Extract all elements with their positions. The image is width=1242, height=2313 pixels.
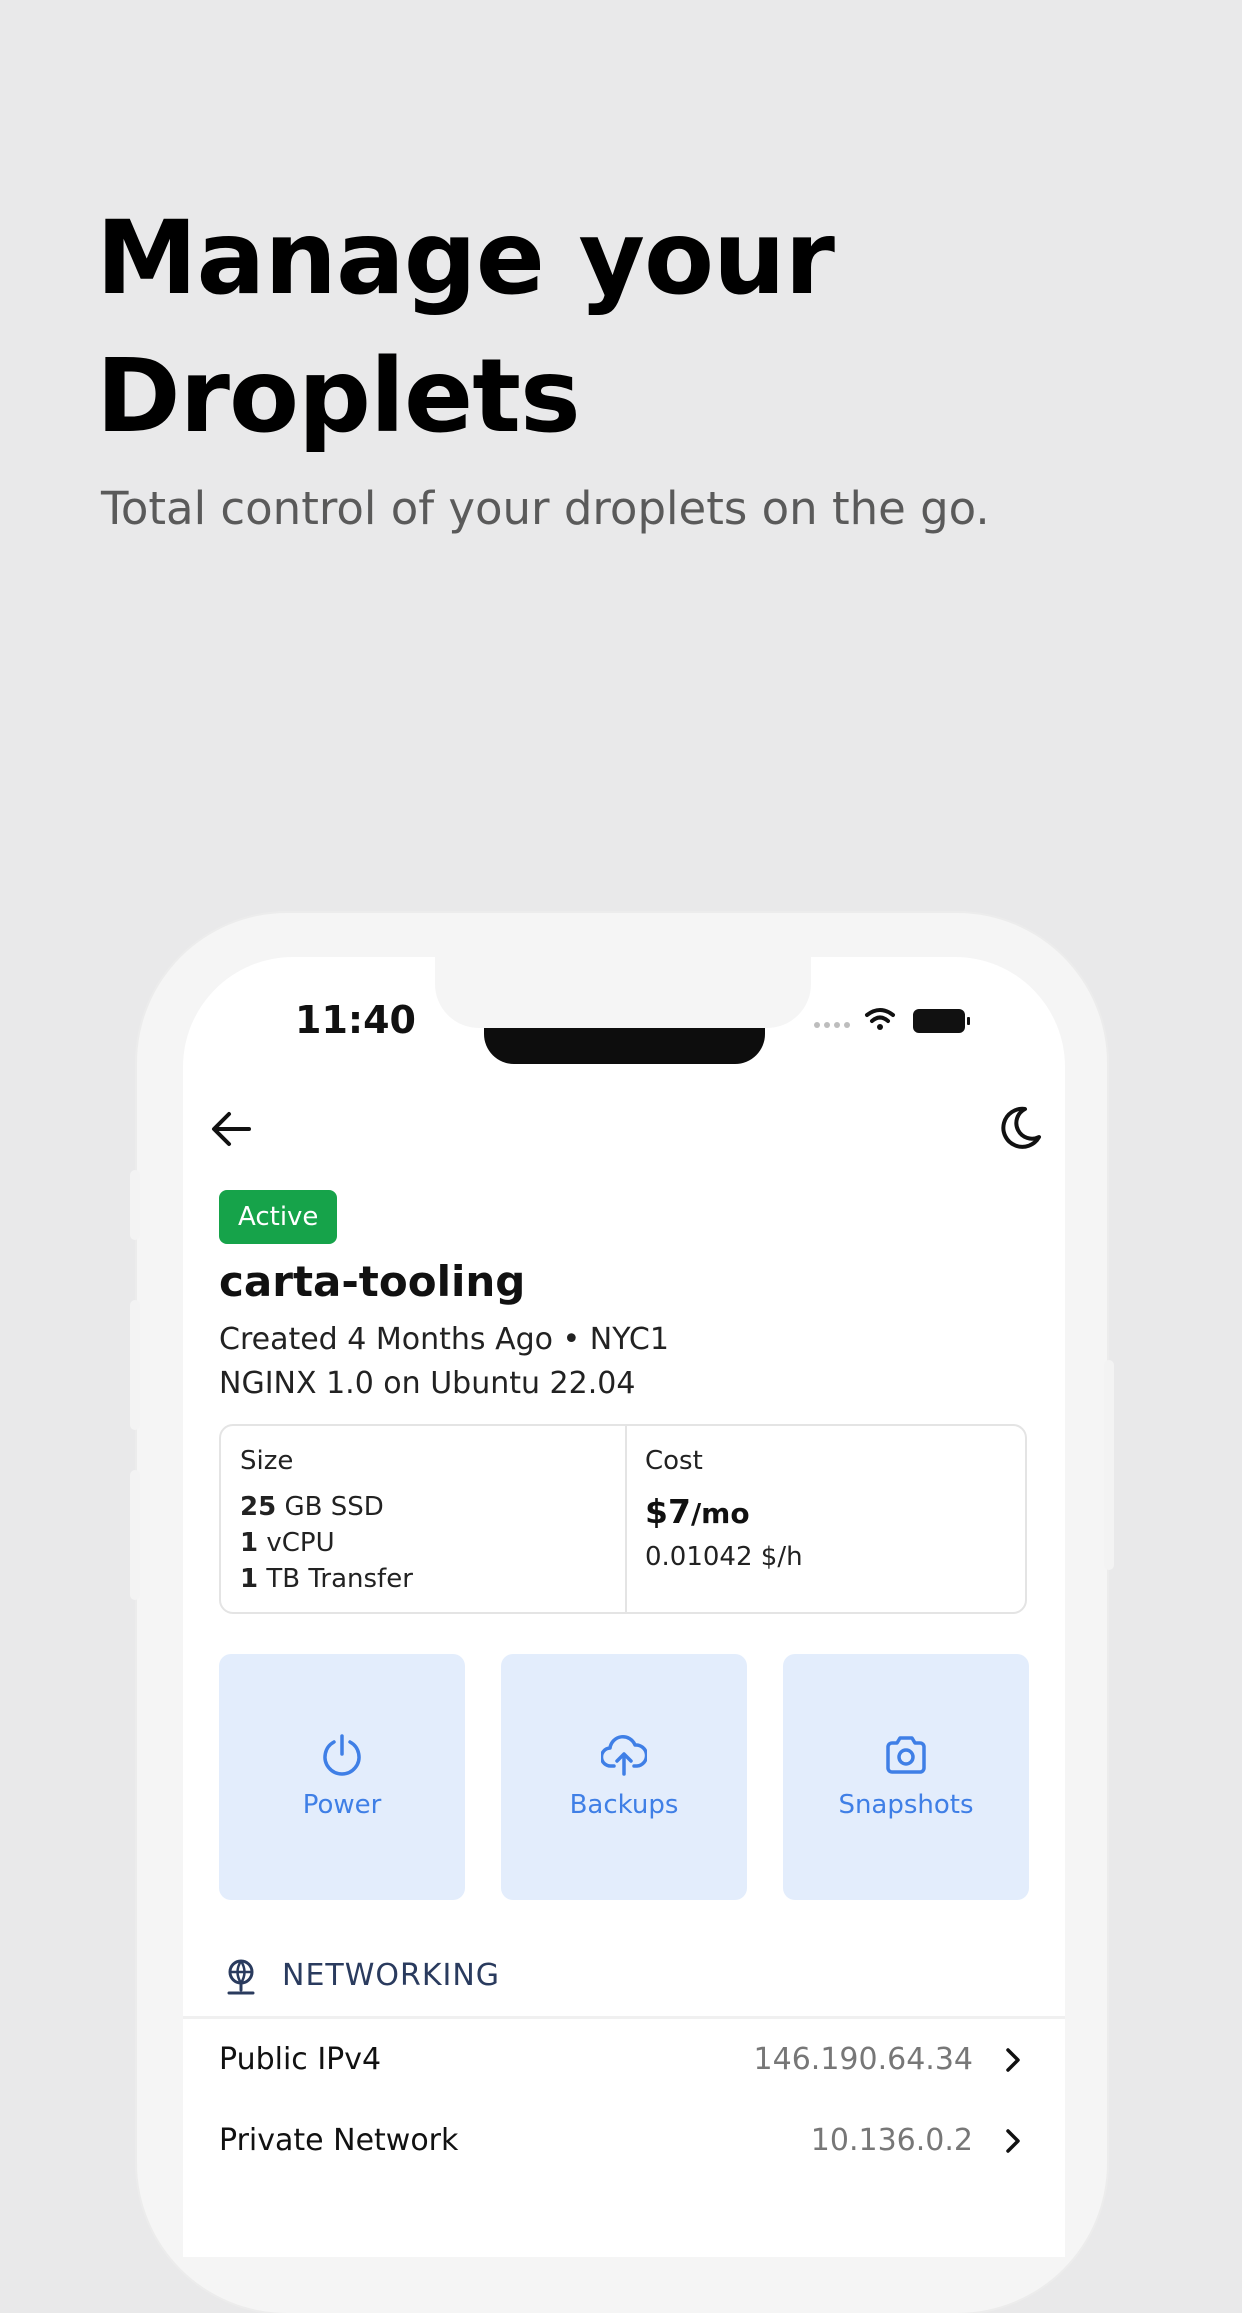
globe-network-icon bbox=[227, 1959, 255, 1995]
private-network-value: 10.136.0.2 bbox=[810, 2123, 973, 2158]
phone-notch bbox=[484, 1028, 765, 1064]
disk-spec: 25 GB SSD bbox=[240, 1492, 384, 1522]
cost-monthly-value: $7 bbox=[645, 1492, 691, 1531]
cost-label: Cost bbox=[645, 1446, 703, 1476]
droplet-image: NGINX 1.0 on Ubuntu 22.04 bbox=[219, 1366, 636, 1401]
public-ipv4-label: Public IPv4 bbox=[219, 2042, 382, 2077]
wifi-icon bbox=[865, 1008, 895, 1030]
networking-title: NETWORKING bbox=[282, 1958, 501, 1993]
droplet-created-region: Created 4 Months Ago • NYC1 bbox=[219, 1322, 669, 1357]
droplet-name: carta-tooling bbox=[219, 1257, 526, 1306]
phone-volume-up bbox=[130, 1300, 140, 1430]
specs-divider bbox=[625, 1426, 627, 1612]
cost-monthly-unit: /mo bbox=[690, 1497, 750, 1530]
snapshots-label: Snapshots bbox=[838, 1790, 974, 1820]
cost-monthly: $7/mo bbox=[645, 1492, 750, 1531]
phone-screen: 11:40 Active carta-tooling Created 4 Mon… bbox=[183, 957, 1065, 2257]
phone-mute-switch bbox=[130, 1170, 140, 1240]
power-button[interactable]: Power bbox=[219, 1654, 465, 1900]
signal-icon bbox=[814, 1022, 850, 1028]
snapshots-button[interactable]: Snapshots bbox=[783, 1654, 1029, 1900]
cost-hourly: 0.01042 $/h bbox=[645, 1542, 803, 1572]
transfer-unit: TB Transfer bbox=[266, 1564, 413, 1594]
private-network-label: Private Network bbox=[219, 2123, 459, 2158]
status-time: 11:40 bbox=[295, 998, 416, 1042]
public-ipv4-row[interactable]: Public IPv4 146.190.64.34 bbox=[183, 2022, 1065, 2096]
backups-label: Backups bbox=[569, 1790, 679, 1820]
disk-value: 25 bbox=[240, 1492, 277, 1522]
power-icon bbox=[323, 1734, 361, 1776]
hero-subtitle: Total control of your droplets on the go… bbox=[101, 482, 990, 535]
phone-volume-down bbox=[130, 1470, 140, 1600]
status-icons bbox=[814, 1008, 970, 1033]
chevron-right-icon bbox=[1006, 2048, 1020, 2072]
phone-power-button bbox=[1104, 1360, 1114, 1570]
networking-divider bbox=[183, 2016, 1065, 2019]
phone-notch-frame bbox=[435, 950, 811, 1028]
power-label: Power bbox=[302, 1790, 382, 1820]
status-badge: Active bbox=[219, 1190, 338, 1244]
battery-icon bbox=[913, 1009, 970, 1033]
camera-icon bbox=[886, 1736, 926, 1774]
size-label: Size bbox=[240, 1446, 294, 1476]
public-ipv4-value: 146.190.64.34 bbox=[753, 2042, 973, 2077]
transfer-value: 1 bbox=[240, 1564, 259, 1594]
cpu-spec: 1 vCPU bbox=[240, 1528, 335, 1558]
back-arrow-icon[interactable] bbox=[209, 1109, 253, 1149]
moon-icon[interactable] bbox=[995, 1103, 1045, 1153]
private-network-row[interactable]: Private Network 10.136.0.2 bbox=[183, 2103, 1065, 2177]
disk-unit: GB SSD bbox=[284, 1492, 384, 1522]
cloud-upload-icon bbox=[601, 1735, 647, 1776]
hero-title: Manage your Droplets bbox=[96, 199, 835, 456]
cpu-unit: vCPU bbox=[266, 1528, 335, 1558]
chevron-right-icon bbox=[1006, 2129, 1020, 2153]
specs-card: Size 25 GB SSD 1 vCPU 1 TB Transfer Cost… bbox=[219, 1424, 1027, 1614]
cpu-value: 1 bbox=[240, 1528, 259, 1558]
transfer-spec: 1 TB Transfer bbox=[240, 1564, 413, 1594]
backups-button[interactable]: Backups bbox=[501, 1654, 747, 1900]
